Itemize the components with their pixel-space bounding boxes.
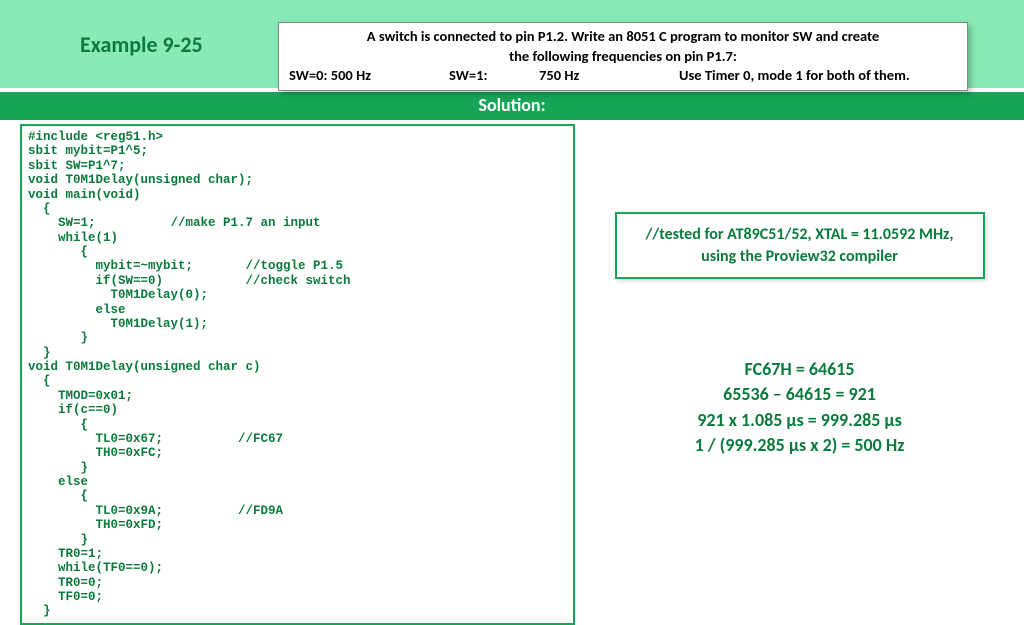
calc-line-2: 65536 – 64615 = 921 <box>695 382 905 407</box>
problem-line-1: A switch is connected to pin P1.2. Write… <box>289 27 957 47</box>
note-line-1: //tested for AT89C51/52, XTAL = 11.0592 … <box>633 224 967 246</box>
calc-line-4: 1 / (999.285 μs x 2) = 500 Hz <box>695 433 905 458</box>
problem-sw0: SW=0: 500 Hz <box>289 66 449 86</box>
header-band: Example 9-25 A switch is connected to pi… <box>0 0 1024 88</box>
right-column: //tested for AT89C51/52, XTAL = 11.0592 … <box>595 124 1004 625</box>
content-area: #include <reg51.h> sbit mybit=P1^5; sbit… <box>0 120 1024 625</box>
example-title: Example 9-25 <box>80 31 203 58</box>
problem-statement: A switch is connected to pin P1.2. Write… <box>278 22 968 91</box>
problem-sw1-label: SW=1: <box>449 66 539 86</box>
calc-line-3: 921 x 1.085 μs = 999.285 μs <box>695 408 905 433</box>
solution-heading: Solution: <box>0 90 1024 120</box>
problem-hint: Use Timer 0, mode 1 for both of them. <box>679 66 957 86</box>
problem-line-2: the following frequencies on pin P1.7: <box>289 47 957 67</box>
code-listing: #include <reg51.h> sbit mybit=P1^5; sbit… <box>20 124 575 625</box>
problem-sw1-value: 750 Hz <box>539 66 679 86</box>
calculation-block: FC67H = 64615 65536 – 64615 = 921 921 x … <box>695 357 905 458</box>
note-line-2: using the Proview32 compiler <box>633 246 967 268</box>
compiler-note: //tested for AT89C51/52, XTAL = 11.0592 … <box>615 212 985 279</box>
calc-line-1: FC67H = 64615 <box>695 357 905 382</box>
problem-line-3: SW=0: 500 Hz SW=1: 750 Hz Use Timer 0, m… <box>289 66 957 86</box>
